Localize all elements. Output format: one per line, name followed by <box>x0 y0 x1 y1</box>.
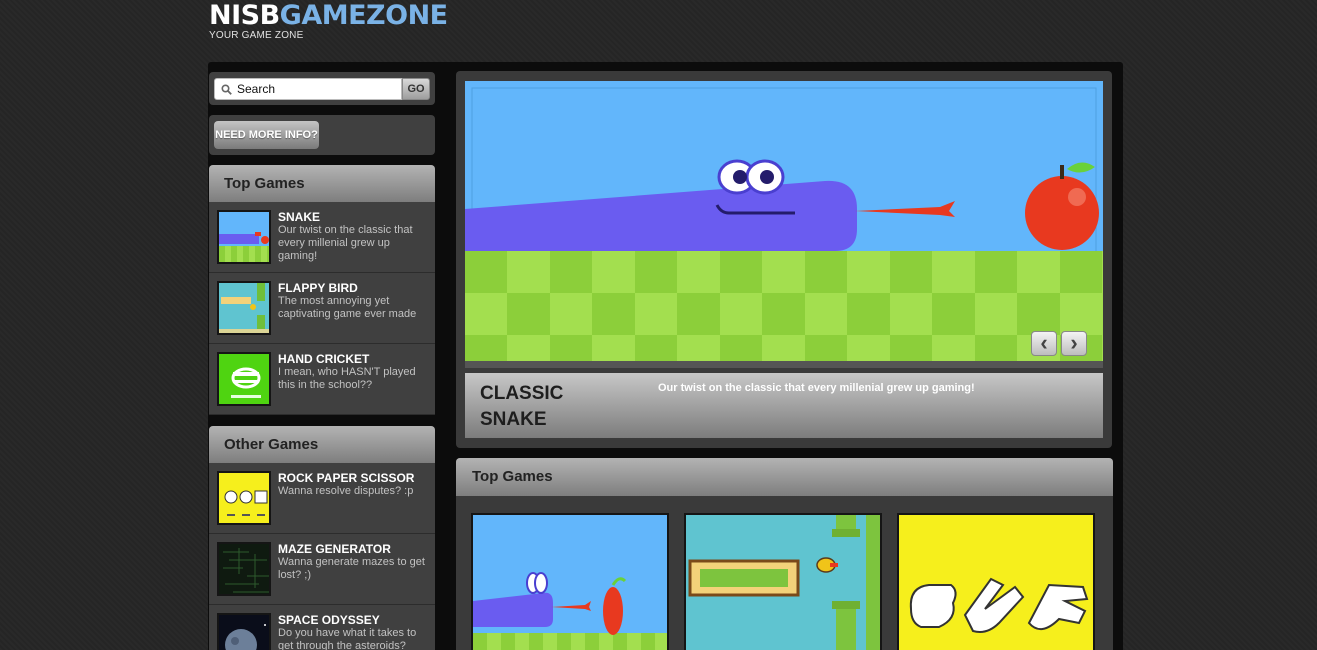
logo-part-2: GAMEZONE <box>279 0 448 31</box>
grid-card-flappy-bird[interactable] <box>684 513 882 650</box>
search-box: GO <box>209 72 435 105</box>
game-description: I mean, who HASN'T played this in the sc… <box>278 366 416 391</box>
game-title[interactable]: FLAPPY BIRD <box>278 281 358 295</box>
game-title[interactable]: HAND CRICKET <box>278 352 369 366</box>
game-title[interactable]: SPACE ODYSSEY <box>278 613 380 627</box>
need-more-info-button[interactable]: NEED MORE INFO? <box>214 121 319 149</box>
search-field <box>214 78 402 100</box>
slide-caption-description: Our twist on the classic that every mill… <box>658 382 975 394</box>
sidebar-game-snake[interactable]: SNAKE Our twist on the classic that ever… <box>209 202 435 273</box>
search-input[interactable] <box>237 81 397 97</box>
logo-part-1: NISB <box>209 0 280 31</box>
sidebar-game-flappy-bird[interactable]: FLAPPY BIRD The most annoying yet captiv… <box>209 273 435 344</box>
featured-slide-image[interactable] <box>465 81 1103 361</box>
game-description: Our twist on the classic that every mill… <box>278 224 413 262</box>
grid-card-snake[interactable] <box>471 513 669 650</box>
sidebar-top-games-panel: Top Games SNAKE Our twist on the classic… <box>209 165 435 415</box>
sidebar-other-games-heading: Other Games <box>209 426 435 463</box>
info-box: NEED MORE INFO? <box>209 115 435 155</box>
game-description: Wanna generate mazes to get lost? ;) <box>278 556 425 581</box>
game-description: The most annoying yet captivating game e… <box>278 295 417 320</box>
game-description: Do you have what it takes to get through… <box>278 627 417 650</box>
hand-cricket-thumbnail-icon[interactable] <box>217 352 271 406</box>
top-games-grid-heading: Top Games <box>456 458 1113 496</box>
slider-next-button[interactable]: › <box>1061 331 1087 356</box>
maze-thumbnail-icon[interactable] <box>217 542 271 596</box>
sidebar-game-maze-generator[interactable]: MAZE GENERATOR Wanna generate mazes to g… <box>209 534 435 605</box>
slide-progress-bar <box>465 361 1103 368</box>
chevron-left-icon: ‹ <box>1040 330 1048 355</box>
search-icon <box>221 84 232 95</box>
game-title[interactable]: ROCK PAPER SCISSOR <box>278 471 414 485</box>
sidebar-top-games-heading: Top Games <box>209 165 435 202</box>
logo-text: NISBGAMEZONE <box>209 2 448 30</box>
game-title[interactable]: SNAKE <box>278 210 320 224</box>
snake-thumbnail-icon[interactable] <box>217 210 271 264</box>
chevron-right-icon: › <box>1070 330 1078 355</box>
space-thumbnail-icon[interactable] <box>217 613 271 650</box>
site-logo[interactable]: NISBGAMEZONE YOUR GAME ZONE <box>209 2 448 42</box>
slide-caption-title[interactable]: CLASSIC SNAKE <box>480 381 590 433</box>
sidebar-game-rock-paper-scissor[interactable]: ROCK PAPER SCISSOR Wanna resolve dispute… <box>209 463 435 534</box>
search-go-button[interactable]: GO <box>402 78 430 100</box>
sidebar-game-space-odyssey[interactable]: SPACE ODYSSEY Do you have what it takes … <box>209 605 435 650</box>
sidebar-game-hand-cricket[interactable]: HAND CRICKET I mean, who HASN'T played t… <box>209 344 435 415</box>
game-description: Wanna resolve disputes? :p <box>278 485 414 497</box>
flappy-bird-thumbnail-icon[interactable] <box>217 281 271 335</box>
slider-prev-button[interactable]: ‹ <box>1031 331 1057 356</box>
logo-tagline: YOUR GAME ZONE <box>209 30 304 41</box>
slide-caption: CLASSIC SNAKE Our twist on the classic t… <box>465 373 1103 438</box>
grid-card-rock-paper-scissor[interactable] <box>897 513 1095 650</box>
sidebar-other-games-panel: Other Games ROCK PAPER SCISSOR Wanna res… <box>209 426 435 650</box>
rock-paper-scissor-thumbnail-icon[interactable] <box>217 471 271 525</box>
game-title[interactable]: MAZE GENERATOR <box>278 542 391 556</box>
